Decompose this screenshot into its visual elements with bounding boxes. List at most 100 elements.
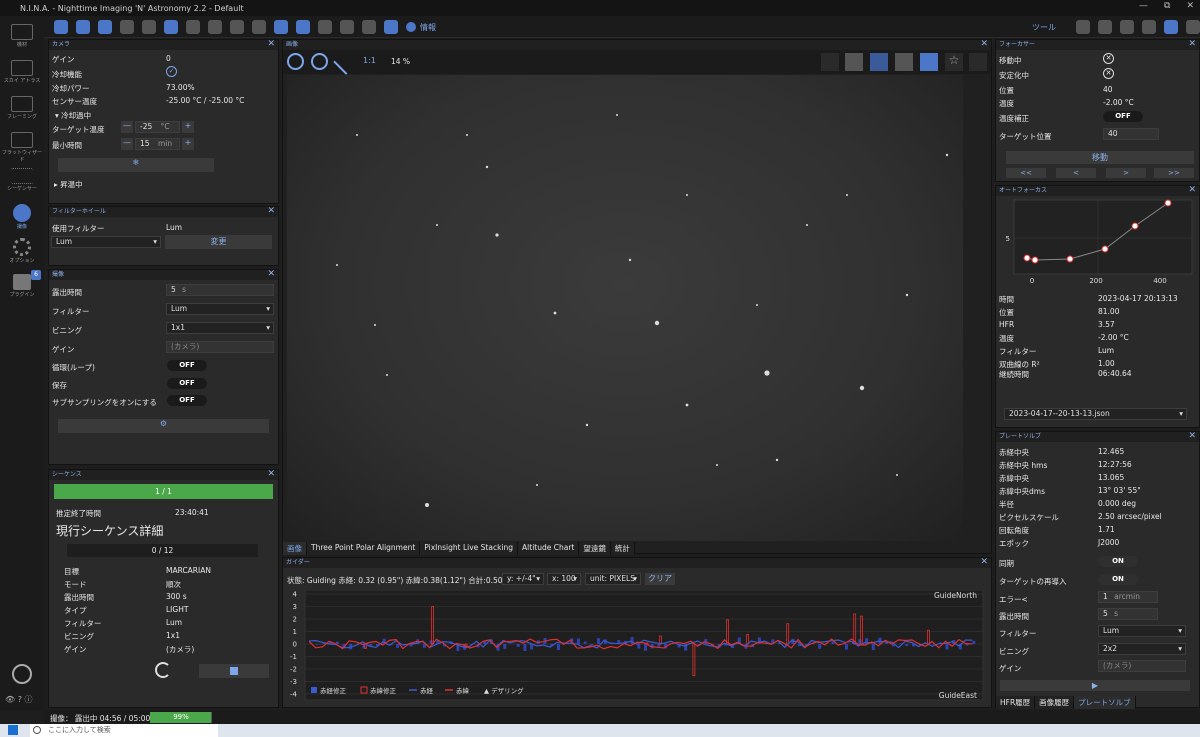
grid-icon[interactable] <box>845 53 863 71</box>
crosshair-icon[interactable] <box>870 53 888 71</box>
close-icon[interactable]: ✕ <box>980 557 988 567</box>
increment-button[interactable]: + <box>182 138 194 150</box>
switch-icon[interactable] <box>186 20 200 34</box>
star-icon[interactable]: ☆ <box>945 53 963 71</box>
temp-comp-toggle[interactable]: OFF <box>1103 111 1143 122</box>
expand-icon[interactable] <box>1120 20 1134 34</box>
help-icons[interactable]: 👁 ? ⓘ <box>5 694 33 705</box>
sync-toggle[interactable]: ON <box>1098 556 1138 567</box>
sidebar-item-sequencer[interactable]: シーケンサー <box>0 168 44 192</box>
maximize-button[interactable]: ⧉ <box>1164 1 1170 11</box>
tab-image-history[interactable]: 画像履歴 <box>1035 696 1075 709</box>
sky-image[interactable] <box>287 75 963 541</box>
cool-button[interactable]: ❄ <box>58 158 214 172</box>
wave-icon[interactable] <box>296 20 310 34</box>
sidebar-item-flat[interactable]: フラットウィザード <box>0 132 44 163</box>
cooling-section[interactable]: ▾ 冷却過中 <box>55 110 91 121</box>
sidebar-item-equipment[interactable]: 機材 <box>0 24 44 48</box>
history-icon[interactable] <box>1164 20 1178 34</box>
warming-section[interactable]: ▸ 昇温中 <box>54 179 83 190</box>
close-icon[interactable]: ✕ <box>267 206 275 216</box>
change-filter-button[interactable]: 変更 <box>165 235 272 249</box>
tab-altitude-chart[interactable]: Altitude Chart <box>518 542 580 555</box>
subsample-toggle[interactable]: OFF <box>167 395 207 406</box>
binning-select[interactable]: 2x2 <box>1098 643 1186 655</box>
flatpanel-icon[interactable] <box>318 20 332 34</box>
target-temp-input[interactable]: -25 °C <box>135 121 180 133</box>
close-icon[interactable]: ✕ <box>1188 185 1196 195</box>
close-icon[interactable]: ✕ <box>267 469 275 479</box>
close-icon[interactable]: ✕ <box>1188 39 1196 49</box>
loop-toggle[interactable]: OFF <box>167 360 207 371</box>
move-far-right-button[interactable]: >> <box>1154 168 1194 178</box>
tab-platesolve[interactable]: プレートソルブ <box>1074 696 1136 709</box>
tool-icon[interactable] <box>969 53 987 71</box>
filter-select[interactable]: Lum <box>166 303 274 315</box>
clear-button[interactable]: クリア <box>645 573 675 585</box>
star-icon[interactable] <box>1098 20 1112 34</box>
layers-icon[interactable] <box>384 20 398 34</box>
power-icon[interactable] <box>12 664 32 684</box>
camera-connect-icon[interactable] <box>54 20 68 34</box>
focuser-icon[interactable] <box>98 20 112 34</box>
af-file-select[interactable]: 2023-04-17--20-13-13.json <box>1004 408 1187 420</box>
move-right-button[interactable]: > <box>1106 168 1146 178</box>
pin-icon[interactable] <box>1186 20 1200 34</box>
capture-button[interactable]: ⚙ <box>58 419 269 433</box>
exposure-input[interactable]: 5 s <box>166 284 274 296</box>
chart-icon[interactable] <box>274 20 288 34</box>
sidebar-item-skyatlas[interactable]: スカイ アトラス <box>0 60 44 84</box>
minimize-button[interactable]: — <box>1139 1 1148 11</box>
filter-select[interactable]: Lum <box>1098 625 1186 637</box>
error-input[interactable]: 1 arcmin <box>1098 591 1158 603</box>
increment-button[interactable]: + <box>182 121 194 133</box>
x-scale-select[interactable]: x: 100 <box>547 573 581 585</box>
zoom-in-icon[interactable] <box>287 53 304 70</box>
unit-select[interactable]: unit: PIXELS <box>585 573 641 585</box>
sidebar-item-framing[interactable]: フレーミング <box>0 96 44 120</box>
save-toggle[interactable]: OFF <box>167 378 207 389</box>
move-left-button[interactable]: < <box>1056 168 1096 178</box>
sliders-icon[interactable] <box>208 20 222 34</box>
one-to-one-button[interactable]: 1:1 <box>363 56 376 65</box>
guider-icon[interactable] <box>164 20 178 34</box>
stop-button[interactable] <box>199 664 269 678</box>
collapse-icon[interactable] <box>1142 20 1156 34</box>
tab-image[interactable]: 画像 <box>283 542 307 555</box>
target-pos-input[interactable]: 40 <box>1103 128 1159 140</box>
target-icon[interactable] <box>895 53 913 71</box>
gain-input[interactable]: (カメラ) <box>166 341 274 353</box>
bulb-icon[interactable] <box>340 20 354 34</box>
wand-icon[interactable] <box>920 53 938 71</box>
filter-select[interactable]: Lum <box>51 236 161 248</box>
binning-select[interactable]: 1x1 <box>166 322 274 334</box>
close-icon[interactable]: ✕ <box>980 39 988 49</box>
dome-icon[interactable] <box>252 20 266 34</box>
filterwheel-icon[interactable] <box>76 20 90 34</box>
tab-polar-alignment[interactable]: Three Point Polar Alignment <box>307 542 421 555</box>
taskbar-search[interactable]: ここに入力して検索 <box>30 724 218 737</box>
move-button[interactable]: 移動 <box>1006 151 1194 164</box>
solve-button[interactable]: ▶ <box>1000 680 1190 691</box>
move-far-left-button[interactable]: << <box>1006 168 1046 178</box>
fit-icon[interactable] <box>333 49 359 75</box>
tab-statistics[interactable]: 統計 <box>610 542 635 555</box>
windows-start-icon[interactable] <box>8 725 18 735</box>
decrement-button[interactable]: — <box>121 138 133 150</box>
info-label[interactable]: 情報 <box>420 22 436 33</box>
tab-hfr-history[interactable]: HFR履歴 <box>996 696 1036 709</box>
reslew-toggle[interactable]: ON <box>1098 574 1138 585</box>
tools-menu[interactable]: ツール <box>1032 22 1056 33</box>
exposure-input[interactable]: 5 s <box>1098 608 1158 620</box>
telescope-icon[interactable] <box>142 20 156 34</box>
gain-input[interactable]: (カメラ) <box>1098 660 1186 672</box>
tab-telescope[interactable]: 望遠鏡 <box>579 542 611 555</box>
decrement-button[interactable]: — <box>121 121 133 133</box>
y-scale-select[interactable]: y: +/-4" <box>502 573 544 585</box>
sidebar-item-options[interactable]: オプション <box>0 238 44 264</box>
tab-live-stacking[interactable]: PixInsight Live Stacking <box>420 542 519 555</box>
rotate-icon[interactable] <box>821 53 839 71</box>
weather-icon[interactable] <box>230 20 244 34</box>
close-icon[interactable]: ✕ <box>1188 431 1196 441</box>
shield-icon[interactable] <box>362 20 376 34</box>
